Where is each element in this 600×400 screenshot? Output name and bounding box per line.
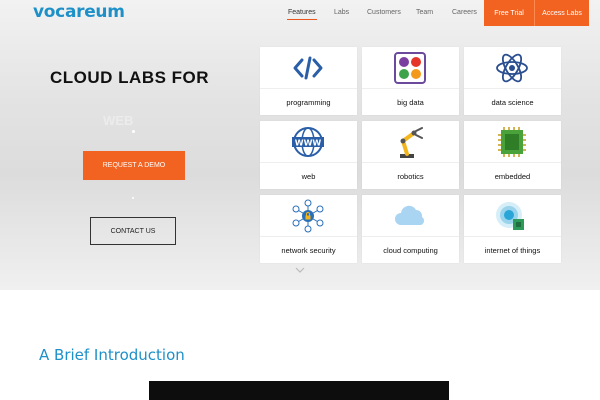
tile-label: big data	[397, 98, 424, 107]
intro-video[interactable]	[149, 381, 449, 400]
tile-label: network security	[281, 246, 336, 255]
free-trial-button[interactable]: Free Trial	[484, 0, 534, 26]
request-demo-button[interactable]: REQUEST A DEMO	[83, 151, 185, 180]
tile-big-data[interactable]: big data	[362, 47, 459, 115]
nav-item-team[interactable]: Team	[416, 9, 433, 16]
chevron-down-icon[interactable]	[295, 267, 305, 273]
tile-divider	[260, 88, 357, 89]
code-icon	[293, 56, 323, 80]
tile-divider	[260, 236, 357, 237]
nav-item-careers[interactable]: Careers	[452, 9, 477, 16]
tile-label: embedded	[494, 172, 531, 181]
tile-web[interactable]: WWW web	[260, 121, 357, 189]
hero-dot	[132, 197, 134, 199]
nav-active-underline	[287, 19, 317, 20]
tile-divider	[362, 236, 459, 237]
tile-divider	[464, 162, 561, 163]
tile-divider	[260, 162, 357, 163]
iot-signal-icon	[496, 202, 524, 230]
nav-item-labs[interactable]: Labs	[334, 9, 349, 16]
hero-dot	[132, 130, 135, 133]
nav-item-features[interactable]: Features	[288, 9, 316, 16]
tile-embedded[interactable]: embedded	[464, 121, 561, 189]
tile-robotics[interactable]: robotics	[362, 121, 459, 189]
tile-label: robotics	[397, 172, 424, 181]
tile-cloud-computing[interactable]: cloud computing	[362, 195, 459, 263]
big-data-icon	[394, 52, 426, 84]
hero-rotating-word: WEB	[103, 113, 134, 128]
tile-label: internet of things	[484, 246, 541, 255]
nav-item-customers[interactable]: Customers	[367, 9, 401, 16]
tile-label: data science	[491, 98, 534, 107]
tile-divider	[362, 88, 459, 89]
robot-arm-icon	[400, 127, 423, 158]
tile-data-science[interactable]: data science	[464, 47, 561, 115]
hero-title: CLOUD LABS FOR	[50, 68, 210, 87]
globe-www-icon: WWW	[292, 127, 324, 157]
chip-icon	[498, 127, 526, 157]
tile-label: cloud computing	[383, 246, 438, 255]
tile-programming[interactable]: programming	[260, 47, 357, 115]
cloud-icon	[395, 205, 425, 225]
tile-label: web	[301, 172, 316, 181]
tile-internet-of-things[interactable]: internet of things	[464, 195, 561, 263]
network-lock-icon	[292, 199, 324, 233]
intro-heading: A Brief Introduction	[39, 346, 185, 364]
svg-text:WWW: WWW	[295, 139, 322, 148]
atom-icon	[496, 53, 528, 83]
tile-divider	[464, 88, 561, 89]
tile-network-security[interactable]: network security	[260, 195, 357, 263]
tile-divider	[464, 236, 561, 237]
contact-us-button[interactable]: CONTACT US	[90, 217, 176, 245]
tile-label: programming	[286, 98, 331, 107]
top-nav: Features Labs Customers Team Careers Fre…	[0, 0, 600, 26]
access-labs-button[interactable]: Access Labs	[534, 0, 589, 26]
tile-divider	[362, 162, 459, 163]
